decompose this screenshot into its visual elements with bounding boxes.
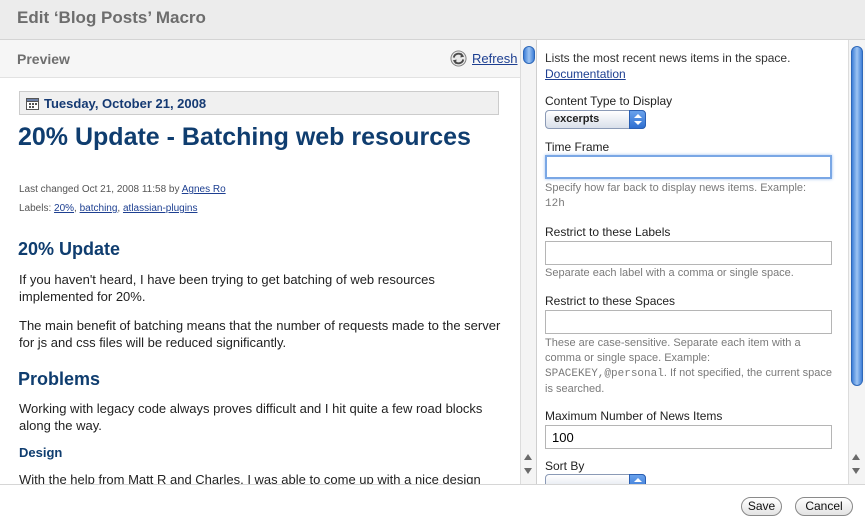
time-frame-label: Time Frame	[545, 140, 610, 154]
documentation-link[interactable]: Documentation	[545, 67, 626, 81]
post-title[interactable]: 20% Update - Batching web resources	[18, 123, 488, 151]
spaces-input[interactable]	[545, 310, 832, 334]
macro-form: Lists the most recent news items in the …	[537, 40, 848, 484]
spaces-example: SPACEKEY,@personal	[545, 368, 664, 380]
preview-header: Preview Refresh	[0, 40, 536, 78]
refresh-button[interactable]: Refresh	[450, 50, 518, 67]
spaces-label: Restrict to these Spaces	[545, 294, 676, 308]
content-type-value: excerpts	[554, 113, 600, 125]
dialog-title: Edit ‘Blog Posts’ Macro	[17, 8, 206, 27]
scroll-up-arrow[interactable]	[852, 454, 860, 460]
content-type-select[interactable]: excerpts	[545, 110, 646, 129]
paragraph: If you haven't heard, I have been trying…	[19, 272, 435, 304]
spaces-hint: These are case-sensitive. Separate each …	[545, 336, 833, 397]
time-frame-hint-text: Specify how far back to display news ite…	[545, 182, 807, 194]
dialog-title-bar: Edit ‘Blog Posts’ Macro	[0, 0, 865, 40]
labels-prefix: Labels:	[19, 203, 55, 214]
max-items-input[interactable]	[545, 425, 832, 449]
labels-input[interactable]	[545, 241, 832, 265]
max-items-label: Maximum Number of News Items	[545, 409, 723, 423]
label-link[interactable]: atlassian-plugins	[123, 203, 198, 214]
section-heading: 20% Update	[18, 239, 121, 259]
post-labels: Labels: 20%, batching, atlassian-plugins	[19, 203, 198, 214]
refresh-link[interactable]: Refresh	[472, 51, 518, 66]
select-stepper-icon	[629, 474, 646, 484]
scrollbar-thumb[interactable]	[851, 46, 863, 386]
sort-by-select[interactable]	[545, 474, 646, 484]
dialog-footer: Save Cancel	[0, 484, 865, 525]
post-meta: Last changed Oct 21, 2008 11:58 by Agnes…	[19, 184, 226, 195]
scroll-down-arrow[interactable]	[852, 468, 860, 474]
content-type-label: Content Type to Display	[545, 94, 673, 108]
label-link[interactable]: 20%	[54, 203, 74, 214]
post-date: Tuesday, October 21, 2008	[44, 95, 207, 111]
paragraph: The main benefit of batching means that …	[19, 318, 501, 350]
preview-pane: Preview Refresh Tuesday, October 21, 200…	[0, 40, 537, 484]
subsection-heading: Design	[19, 445, 63, 460]
label-link[interactable]: batching	[80, 203, 118, 214]
preview-scrollbar[interactable]	[520, 40, 536, 484]
section-heading: Problems	[18, 369, 101, 389]
scrollbar-thumb[interactable]	[523, 46, 535, 64]
time-frame-example: 12h	[545, 198, 565, 210]
date-header: Tuesday, October 21, 2008	[19, 91, 499, 115]
calendar-icon	[26, 97, 39, 110]
scroll-down-arrow[interactable]	[524, 468, 532, 474]
time-frame-input[interactable]	[545, 155, 832, 179]
macro-description: Lists the most recent news items in the …	[545, 50, 835, 82]
cancel-button[interactable]: Cancel	[795, 497, 853, 516]
paragraph: Working with legacy code always proves d…	[19, 401, 483, 433]
description-text: Lists the most recent news items in the …	[545, 51, 791, 65]
spaces-hint-a: These are case-sensitive. Separate each …	[545, 337, 801, 364]
refresh-icon	[450, 50, 467, 67]
labels-label: Restrict to these Labels	[545, 225, 671, 239]
scroll-up-arrow[interactable]	[524, 454, 532, 460]
preview-label: Preview	[17, 51, 70, 67]
time-frame-hint: Specify how far back to display news ite…	[545, 181, 833, 212]
paragraph: With the help from Matt R and Charles, I…	[19, 472, 481, 484]
preview-content: Tuesday, October 21, 2008 20% Update - B…	[0, 79, 520, 484]
labels-hint: Separate each label with a comma or sing…	[545, 267, 794, 279]
form-scrollbar[interactable]	[848, 40, 865, 484]
meta-prefix: Last changed Oct 21, 2008 11:58 by	[19, 184, 182, 195]
author-link[interactable]: Agnes Ro	[182, 184, 226, 195]
save-button[interactable]: Save	[741, 497, 782, 516]
select-stepper-icon	[629, 110, 646, 129]
sort-by-label: Sort By	[545, 459, 585, 473]
